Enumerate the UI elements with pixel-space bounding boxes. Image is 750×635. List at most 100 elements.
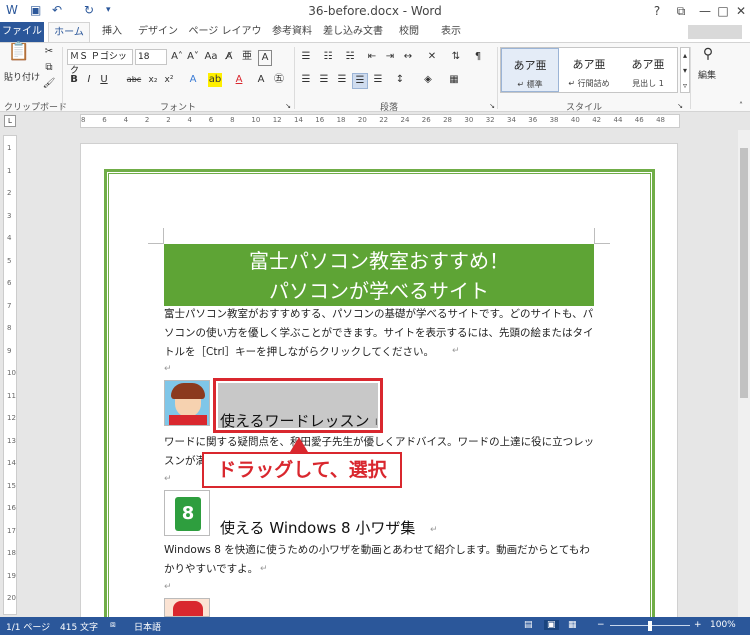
numbering-icon[interactable]: ☷ xyxy=(320,50,336,64)
align-center-icon[interactable]: ☰ xyxy=(316,73,332,87)
highlight-icon[interactable]: ab xyxy=(208,73,222,87)
tab-references[interactable]: 参考資料 xyxy=(268,22,316,42)
web-layout-icon[interactable]: ▦ xyxy=(568,620,577,630)
paragraph-dialog-launcher-icon[interactable]: ↘ xyxy=(488,99,496,113)
style-heading-1[interactable]: あア亜 見出し 1 xyxy=(619,48,677,92)
character-border-icon[interactable]: A xyxy=(258,50,272,66)
paragraph-mark: ↵ xyxy=(164,474,172,484)
font-name-combo[interactable]: ＭＳ Ｐゴシック xyxy=(67,49,133,76)
ruler-number: 6 xyxy=(208,116,214,124)
read-mode-icon[interactable]: ▤ xyxy=(524,620,533,630)
print-layout-icon[interactable]: ▣ xyxy=(544,620,559,630)
zoom-out-button[interactable]: − xyxy=(597,620,605,630)
proofing-icon[interactable]: ⧈ xyxy=(110,620,116,630)
close-button[interactable]: ✕ xyxy=(730,2,750,20)
zoom-in-button[interactable]: + xyxy=(694,620,702,630)
zoom-level[interactable]: 100% xyxy=(710,620,736,630)
styles-scroll-icon[interactable]: ▴ ▾ ▿ xyxy=(680,47,690,93)
style-sample: あア亜 xyxy=(513,59,547,72)
subscript-button[interactable]: x₂ xyxy=(146,73,160,87)
decrease-indent-icon[interactable]: ⇤ xyxy=(364,50,380,64)
ruler-number: 38 xyxy=(549,116,559,124)
ruler-number: 34 xyxy=(507,116,516,124)
line-spacing-icon[interactable]: ↕ xyxy=(392,73,408,87)
copy-icon[interactable]: ⧉ xyxy=(42,61,56,75)
superscript-button[interactable]: x² xyxy=(162,73,176,87)
format-painter-icon[interactable]: 🖌 xyxy=(42,77,56,91)
italic-button[interactable]: I xyxy=(83,73,95,87)
title-banner[interactable]: 富士パソコン教室おすすめ！ パソコンが学べるサイト xyxy=(164,244,594,306)
paste-button[interactable]: 貼り付け xyxy=(2,71,42,85)
style-sample: あア亜 xyxy=(572,58,606,71)
help-button[interactable]: ? xyxy=(646,2,668,20)
paste-icon[interactable]: 📋 xyxy=(4,43,34,61)
ribbon-display-button[interactable]: ⧉ xyxy=(670,2,692,20)
section2-title[interactable]: 使える Windows 8 小ワザ集 xyxy=(220,517,415,538)
ruler-number: 8 xyxy=(81,116,86,124)
bold-button[interactable]: B xyxy=(68,73,80,87)
justify-icon[interactable]: ☰ xyxy=(352,73,368,89)
vertical-ruler-number: 1 xyxy=(7,144,12,152)
windows8-icon[interactable]: 8 xyxy=(164,490,210,536)
ruler-number: 44 xyxy=(613,116,623,124)
font-color-button[interactable]: A xyxy=(232,73,246,87)
account-area[interactable] xyxy=(688,25,742,39)
enclosed-character-icon[interactable]: ㊄ xyxy=(272,73,286,87)
strikethrough-button[interactable]: abc xyxy=(124,73,144,87)
distribute-icon[interactable]: ↔ xyxy=(400,50,416,64)
tab-page-layout[interactable]: ページ レイアウト xyxy=(186,22,264,57)
style-normal[interactable]: あア亜 ↵ 標準 xyxy=(501,48,559,92)
scrollbar-thumb[interactable] xyxy=(740,148,748,398)
underline-button[interactable]: U xyxy=(98,73,110,87)
windows8-badge: 8 xyxy=(175,497,201,531)
change-case-icon[interactable]: Aa xyxy=(204,50,218,64)
collapse-ribbon-icon[interactable]: ˄ xyxy=(736,99,746,113)
paragraph-mark: ↵ xyxy=(164,582,172,592)
text-effects-icon[interactable]: A xyxy=(186,73,200,87)
character-illustration[interactable] xyxy=(164,598,210,617)
font-size-combo[interactable]: 18 xyxy=(135,49,167,65)
align-right-icon[interactable]: ☰ xyxy=(334,73,350,87)
tab-review[interactable]: 校閲 xyxy=(392,22,426,42)
binoculars-icon[interactable]: ⚲ xyxy=(696,47,720,61)
tab-design[interactable]: デザイン xyxy=(134,22,182,42)
zoom-slider-thumb[interactable] xyxy=(648,621,652,631)
bullets-icon[interactable]: ☰ xyxy=(298,50,314,64)
tab-selector-icon[interactable]: L xyxy=(4,115,16,127)
word-count[interactable]: 415 文字 xyxy=(60,620,98,633)
ruler-number: 26 xyxy=(421,116,431,124)
vertical-ruler-number: 13 xyxy=(7,436,16,445)
editing-button[interactable]: 編集 xyxy=(690,69,724,83)
language-indicator[interactable]: 日本語 xyxy=(134,620,161,633)
clear-formatting-icon[interactable]: A̸ xyxy=(222,50,236,64)
styles-dialog-launcher-icon[interactable]: ↘ xyxy=(676,99,684,113)
phonetic-guide-icon[interactable]: 亜 xyxy=(240,50,254,64)
align-left-icon[interactable]: ☰ xyxy=(298,73,314,87)
tab-view[interactable]: 表示 xyxy=(434,22,468,42)
teacher-illustration[interactable] xyxy=(164,380,210,426)
style-no-spacing[interactable]: あア亜 ↵ 行間詰め xyxy=(560,48,618,92)
multilevel-list-icon[interactable]: ☵ xyxy=(342,50,358,64)
cut-icon[interactable]: ✂ xyxy=(42,45,56,59)
page-indicator[interactable]: 1/1 ページ xyxy=(6,620,50,633)
tab-mailings[interactable]: 差し込み文書 xyxy=(320,22,386,42)
status-bar: 1/1 ページ 415 文字 ⧈ 日本語 ▤ ▣ ▦ − + 100% xyxy=(0,617,750,635)
sort-icon[interactable]: ⇅ xyxy=(448,50,464,64)
tab-home[interactable]: ホーム xyxy=(48,22,90,43)
font-dialog-launcher-icon[interactable]: ↘ xyxy=(284,99,292,113)
tab-insert[interactable]: 挿入 xyxy=(94,22,130,42)
ruler-number: 2 xyxy=(144,116,150,124)
increase-indent-icon[interactable]: ⇥ xyxy=(382,50,398,64)
character-shading-icon[interactable]: A xyxy=(254,73,268,87)
shrink-font-icon[interactable]: A˅ xyxy=(186,50,200,64)
show-marks-icon[interactable]: ¶ xyxy=(470,50,486,64)
tab-file[interactable]: ファイル xyxy=(0,22,44,42)
grow-font-icon[interactable]: A˄ xyxy=(170,50,184,64)
borders-icon[interactable]: ▦ xyxy=(446,73,462,87)
ruler-number: 28 xyxy=(443,116,453,124)
window-title: 36-before.docx - Word xyxy=(308,4,442,18)
crop-mark xyxy=(163,228,164,244)
chinese-layout-icon[interactable]: ✕ xyxy=(424,50,440,64)
distributed-icon[interactable]: ☰ xyxy=(370,73,386,87)
shading-icon[interactable]: ◈ xyxy=(420,73,436,87)
